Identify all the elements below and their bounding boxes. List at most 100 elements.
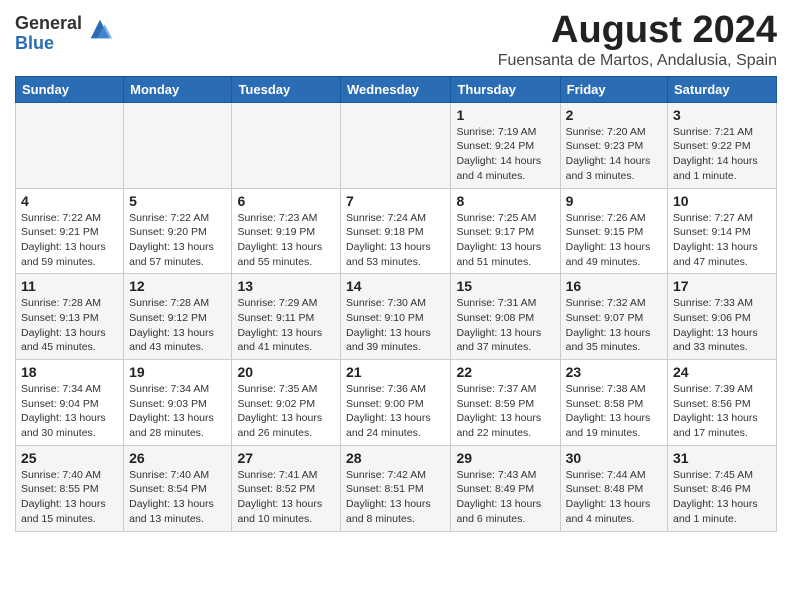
logo-general: General — [15, 14, 82, 34]
day-info: Sunrise: 7:20 AM Sunset: 9:23 PM Dayligh… — [566, 125, 662, 184]
day-info: Sunrise: 7:37 AM Sunset: 8:59 PM Dayligh… — [456, 382, 554, 441]
calendar-week-row: 4Sunrise: 7:22 AM Sunset: 9:21 PM Daylig… — [16, 188, 777, 274]
calendar-week-row: 1 Sunrise: 7:19 AM Sunset: 9:24 PM Daylig… — [16, 102, 777, 188]
day-number: 31 — [673, 450, 771, 466]
calendar-week-row: 25 Sunrise: 7:40 AM Sunset: 8:55 PM Dayli… — [16, 445, 777, 531]
day-info: Sunrise: 7:27 AM Sunset: 9:14 PM Dayligh… — [673, 211, 771, 270]
day-number: 21 — [346, 364, 445, 380]
calendar-cell: 17Sunrise: 7:33 AM Sunset: 9:06 PM Dayli… — [668, 274, 777, 360]
day-number: 26 — [129, 450, 226, 466]
calendar-cell: 5 Sunrise: 7:22 AM Sunset: 9:20 PM Daylig… — [124, 188, 232, 274]
calendar-cell: 3Sunrise: 7:21 AM Sunset: 9:22 PM Daylig… — [668, 102, 777, 188]
col-header-thursday: Thursday — [451, 76, 560, 102]
calendar-cell: 27 Sunrise: 7:41 AM Sunset: 8:52 PM Dayli… — [232, 445, 341, 531]
calendar-cell: 16 Sunrise: 7:32 AM Sunset: 9:07 PM Dayli… — [560, 274, 667, 360]
day-info: Sunrise: 7:39 AM Sunset: 8:56 PM Dayligh… — [673, 382, 771, 441]
day-number: 1 — [456, 107, 554, 123]
day-number: 6 — [237, 193, 335, 209]
day-info: Sunrise: 7:22 AM Sunset: 9:20 PM Dayligh… — [129, 211, 226, 270]
col-header-wednesday: Wednesday — [341, 76, 451, 102]
calendar-cell: 10 Sunrise: 7:27 AM Sunset: 9:14 PM Dayli… — [668, 188, 777, 274]
calendar-cell: 25 Sunrise: 7:40 AM Sunset: 8:55 PM Dayli… — [16, 445, 124, 531]
day-info: Sunrise: 7:29 AM Sunset: 9:11 PM Dayligh… — [237, 296, 335, 355]
calendar-cell: 8 Sunrise: 7:25 AM Sunset: 9:17 PM Daylig… — [451, 188, 560, 274]
day-info: Sunrise: 7:35 AM Sunset: 9:02 PM Dayligh… — [237, 382, 335, 441]
day-number: 25 — [21, 450, 118, 466]
day-info: Sunrise: 7:31 AM Sunset: 9:08 PM Dayligh… — [456, 296, 554, 355]
calendar-table: SundayMondayTuesdayWednesdayThursdayFrid… — [15, 76, 777, 532]
calendar-cell: 13 Sunrise: 7:29 AM Sunset: 9:11 PM Dayli… — [232, 274, 341, 360]
day-number: 28 — [346, 450, 445, 466]
calendar-cell: 7Sunrise: 7:24 AM Sunset: 9:18 PM Daylig… — [341, 188, 451, 274]
day-number: 18 — [21, 364, 118, 380]
day-info: Sunrise: 7:38 AM Sunset: 8:58 PM Dayligh… — [566, 382, 662, 441]
day-info: Sunrise: 7:25 AM Sunset: 9:17 PM Dayligh… — [456, 211, 554, 270]
day-info: Sunrise: 7:44 AM Sunset: 8:48 PM Dayligh… — [566, 468, 662, 527]
day-number: 11 — [21, 278, 118, 294]
day-number: 12 — [129, 278, 226, 294]
calendar-cell: 11Sunrise: 7:28 AM Sunset: 9:13 PM Dayli… — [16, 274, 124, 360]
day-info: Sunrise: 7:34 AM Sunset: 9:04 PM Dayligh… — [21, 382, 118, 441]
calendar-cell: 9Sunrise: 7:26 AM Sunset: 9:15 PM Daylig… — [560, 188, 667, 274]
col-header-saturday: Saturday — [668, 76, 777, 102]
calendar-week-row: 18 Sunrise: 7:34 AM Sunset: 9:04 PM Dayli… — [16, 360, 777, 446]
day-number: 20 — [237, 364, 335, 380]
calendar-cell: 18 Sunrise: 7:34 AM Sunset: 9:04 PM Dayli… — [16, 360, 124, 446]
day-info: Sunrise: 7:19 AM Sunset: 9:24 PM Dayligh… — [456, 125, 554, 184]
calendar-cell — [16, 102, 124, 188]
calendar-cell: 6 Sunrise: 7:23 AM Sunset: 9:19 PM Daylig… — [232, 188, 341, 274]
day-info: Sunrise: 7:34 AM Sunset: 9:03 PM Dayligh… — [129, 382, 226, 441]
header: General Blue August 2024 Fuensanta de Ma… — [15, 10, 777, 70]
title-area: August 2024 Fuensanta de Martos, Andalus… — [498, 10, 777, 70]
day-number: 5 — [129, 193, 226, 209]
day-info: Sunrise: 7:26 AM Sunset: 9:15 PM Dayligh… — [566, 211, 662, 270]
day-number: 15 — [456, 278, 554, 294]
day-number: 3 — [673, 107, 771, 123]
calendar-cell: 28 Sunrise: 7:42 AM Sunset: 8:51 PM Dayli… — [341, 445, 451, 531]
calendar-cell: 21 Sunrise: 7:36 AM Sunset: 9:00 PM Dayli… — [341, 360, 451, 446]
day-info: Sunrise: 7:28 AM Sunset: 9:12 PM Dayligh… — [129, 296, 226, 355]
day-info: Sunrise: 7:43 AM Sunset: 8:49 PM Dayligh… — [456, 468, 554, 527]
calendar-cell — [232, 102, 341, 188]
day-info: Sunrise: 7:41 AM Sunset: 8:52 PM Dayligh… — [237, 468, 335, 527]
day-number: 17 — [673, 278, 771, 294]
day-number: 30 — [566, 450, 662, 466]
col-header-friday: Friday — [560, 76, 667, 102]
day-number: 14 — [346, 278, 445, 294]
day-number: 22 — [456, 364, 554, 380]
calendar-cell: 2Sunrise: 7:20 AM Sunset: 9:23 PM Daylig… — [560, 102, 667, 188]
day-info: Sunrise: 7:23 AM Sunset: 9:19 PM Dayligh… — [237, 211, 335, 270]
day-number: 8 — [456, 193, 554, 209]
col-header-monday: Monday — [124, 76, 232, 102]
calendar-header-row: SundayMondayTuesdayWednesdayThursdayFrid… — [16, 76, 777, 102]
day-number: 19 — [129, 364, 226, 380]
calendar-cell: 14 Sunrise: 7:30 AM Sunset: 9:10 PM Dayli… — [341, 274, 451, 360]
day-number: 23 — [566, 364, 662, 380]
day-number: 16 — [566, 278, 662, 294]
day-number: 7 — [346, 193, 445, 209]
day-info: Sunrise: 7:42 AM Sunset: 8:51 PM Dayligh… — [346, 468, 445, 527]
day-info: Sunrise: 7:40 AM Sunset: 8:54 PM Dayligh… — [129, 468, 226, 527]
day-number: 13 — [237, 278, 335, 294]
calendar-week-row: 11Sunrise: 7:28 AM Sunset: 9:13 PM Dayli… — [16, 274, 777, 360]
day-info: Sunrise: 7:32 AM Sunset: 9:07 PM Dayligh… — [566, 296, 662, 355]
calendar-cell: 19 Sunrise: 7:34 AM Sunset: 9:03 PM Dayli… — [124, 360, 232, 446]
calendar-cell: 20 Sunrise: 7:35 AM Sunset: 9:02 PM Dayli… — [232, 360, 341, 446]
day-info: Sunrise: 7:45 AM Sunset: 8:46 PM Dayligh… — [673, 468, 771, 527]
calendar-cell — [341, 102, 451, 188]
calendar-cell: 30 Sunrise: 7:44 AM Sunset: 8:48 PM Dayli… — [560, 445, 667, 531]
month-year-title: August 2024 — [498, 10, 777, 52]
calendar-cell: 1 Sunrise: 7:19 AM Sunset: 9:24 PM Daylig… — [451, 102, 560, 188]
calendar-cell: 29Sunrise: 7:43 AM Sunset: 8:49 PM Dayli… — [451, 445, 560, 531]
day-info: Sunrise: 7:30 AM Sunset: 9:10 PM Dayligh… — [346, 296, 445, 355]
logo-blue: Blue — [15, 34, 82, 54]
calendar-cell: 22 Sunrise: 7:37 AM Sunset: 8:59 PM Dayli… — [451, 360, 560, 446]
day-number: 10 — [673, 193, 771, 209]
day-number: 24 — [673, 364, 771, 380]
day-info: Sunrise: 7:40 AM Sunset: 8:55 PM Dayligh… — [21, 468, 118, 527]
logo: General Blue — [15, 14, 114, 54]
day-number: 27 — [237, 450, 335, 466]
calendar-cell: 24 Sunrise: 7:39 AM Sunset: 8:56 PM Dayli… — [668, 360, 777, 446]
day-info: Sunrise: 7:36 AM Sunset: 9:00 PM Dayligh… — [346, 382, 445, 441]
calendar-cell: 15 Sunrise: 7:31 AM Sunset: 9:08 PM Dayli… — [451, 274, 560, 360]
